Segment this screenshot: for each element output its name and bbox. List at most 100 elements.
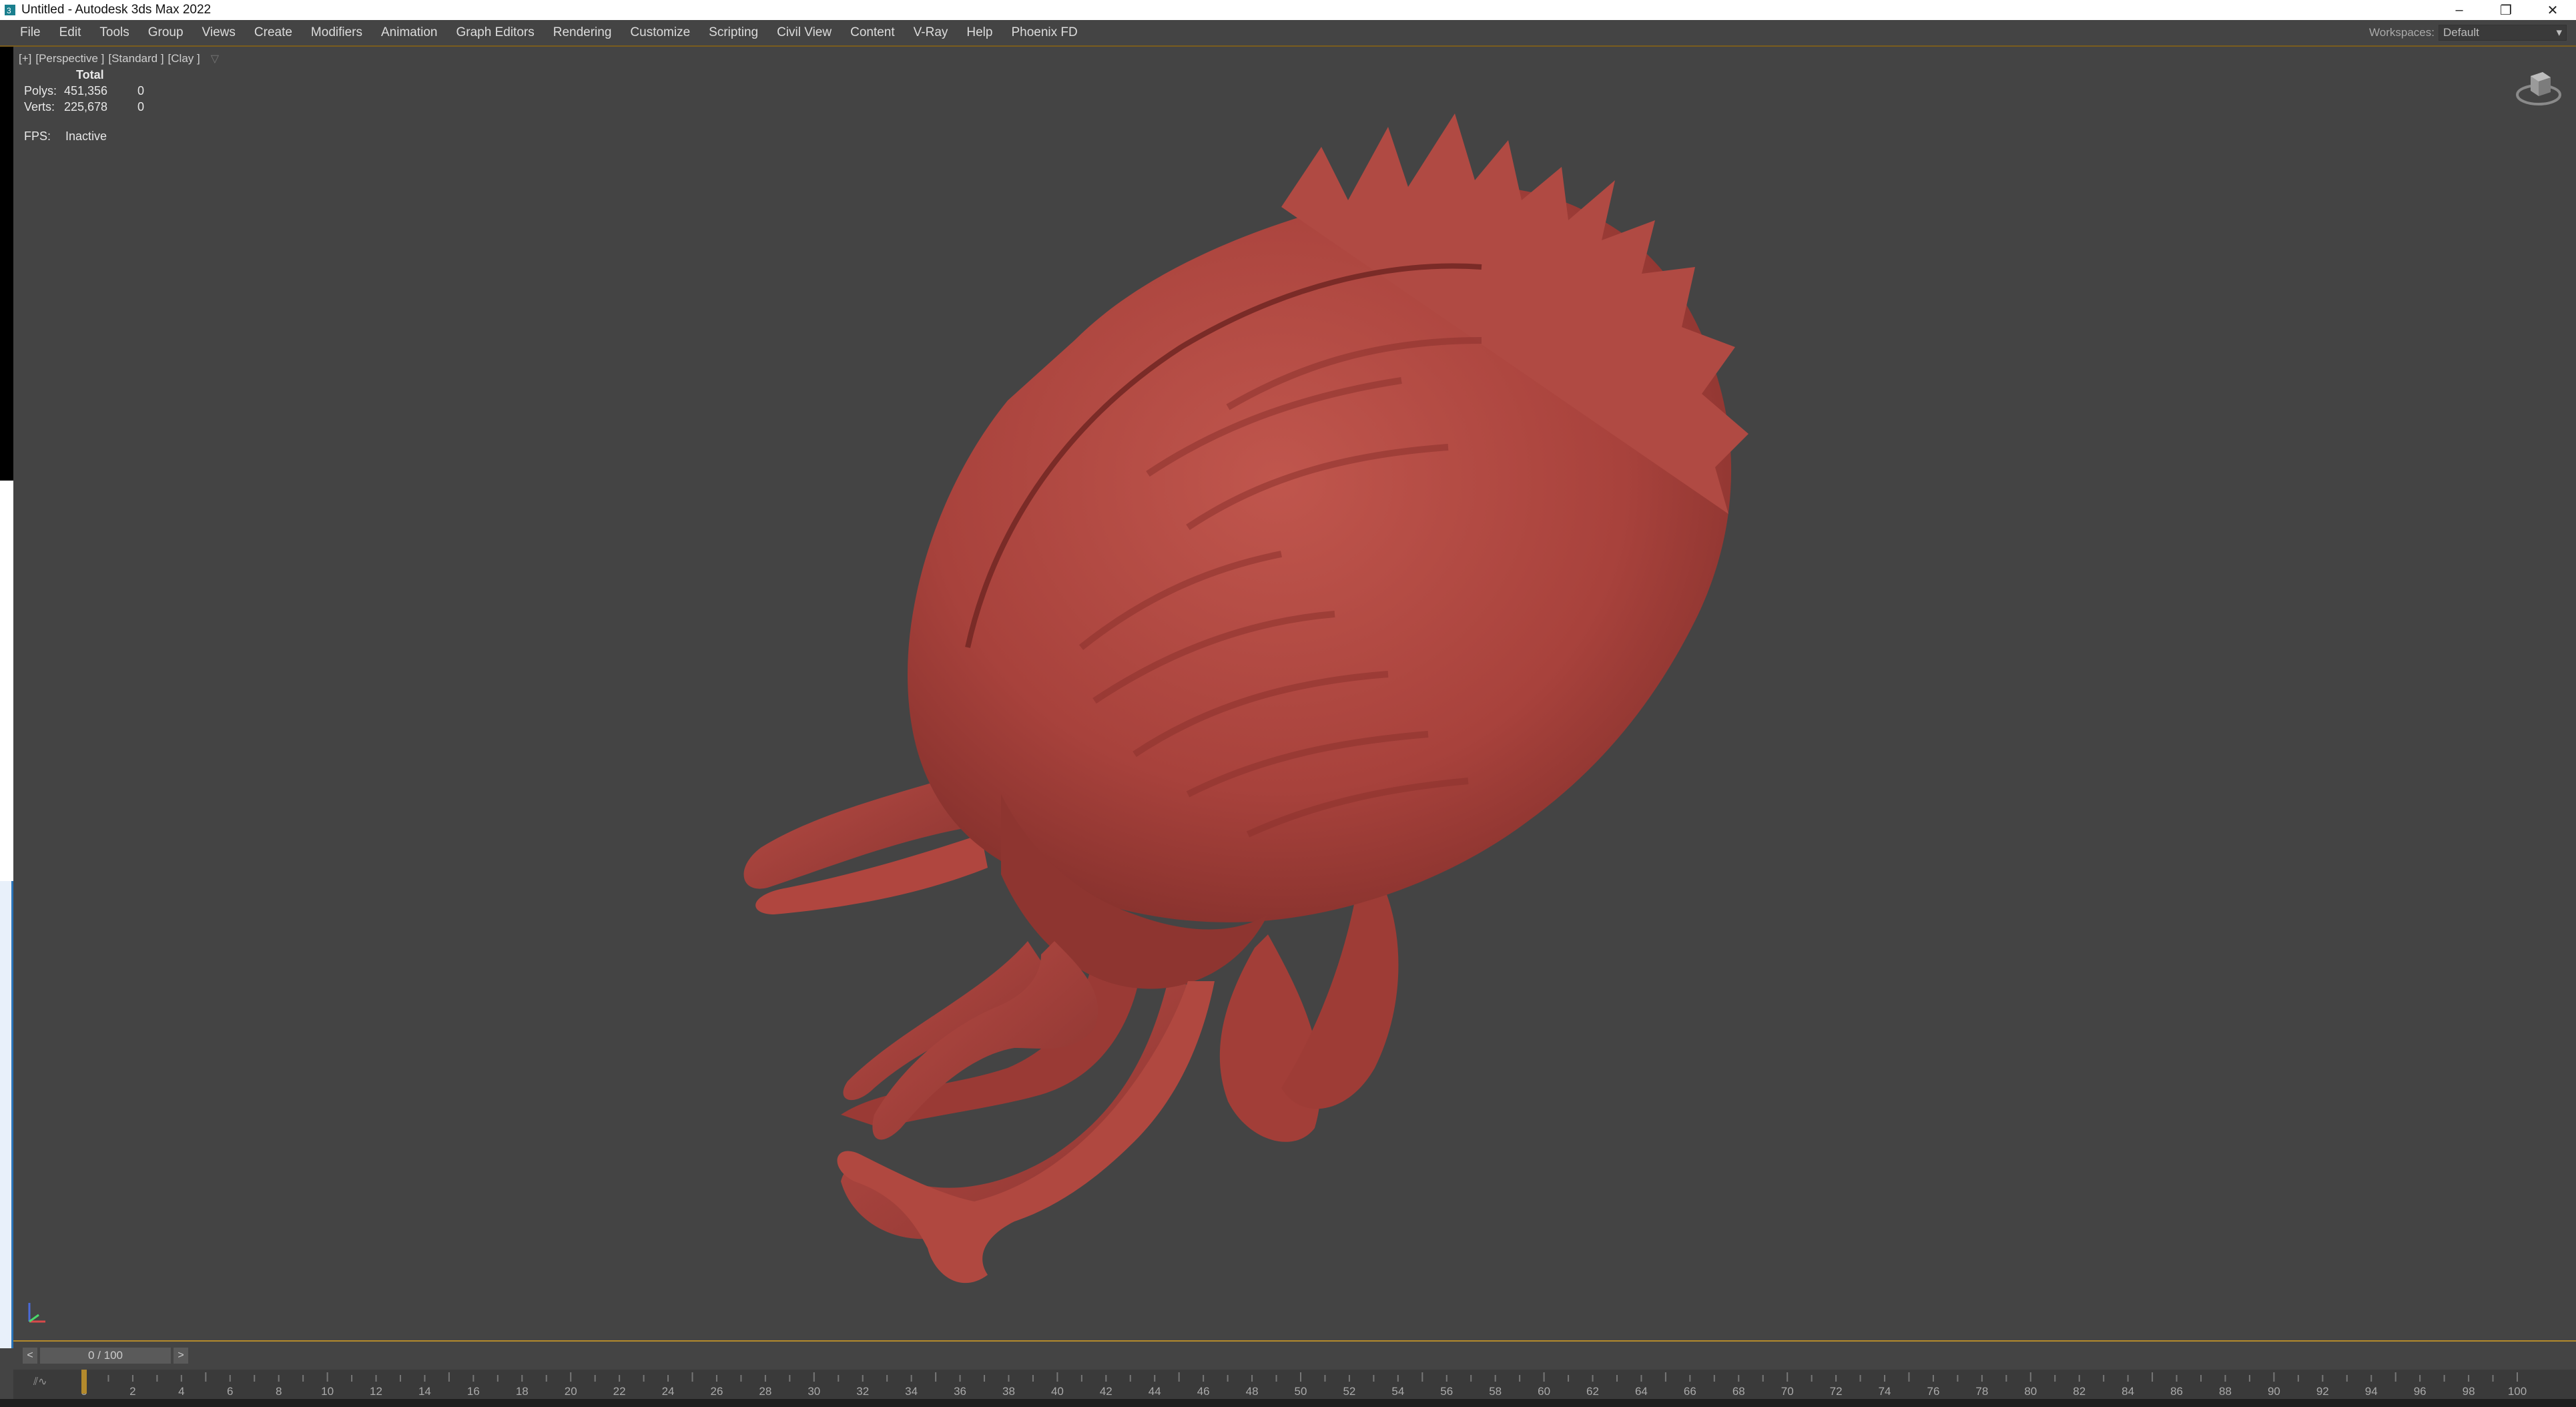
menu-content[interactable]: Content	[841, 25, 904, 40]
world-axis-gizmo-icon	[28, 1303, 45, 1323]
minimize-button[interactable]: –	[2436, 0, 2483, 20]
track-tick-label: 16	[467, 1385, 480, 1398]
track-tick-label: 64	[1635, 1385, 1648, 1398]
track-tick-label: 10	[321, 1385, 334, 1398]
verts-label: Verts:	[24, 99, 55, 113]
track-tick-label: 52	[1343, 1385, 1355, 1398]
track-tick-label: 92	[2316, 1385, 2329, 1398]
menu-file[interactable]: File	[0, 25, 50, 40]
track-tick-label: 22	[613, 1385, 626, 1398]
fps-label: FPS:	[24, 129, 51, 143]
track-tick-label: 50	[1295, 1385, 1307, 1398]
polys-selected: 0	[137, 83, 145, 97]
workspaces-dropdown[interactable]: Default ▾	[2439, 25, 2567, 41]
track-tick-label: 8	[276, 1385, 282, 1398]
time-slider-prev-button[interactable]: <	[23, 1348, 37, 1364]
track-tick-label: 66	[1684, 1385, 1696, 1398]
track-tick-label: 90	[2268, 1385, 2280, 1398]
polys-label: Polys:	[24, 83, 57, 97]
track-tick-label: 62	[1586, 1385, 1599, 1398]
track-tick-label: 20	[565, 1385, 577, 1398]
track-tick-label: 100	[2508, 1385, 2527, 1398]
filter-icon[interactable]: ▽	[211, 52, 219, 65]
menu-help[interactable]: Help	[957, 25, 1002, 40]
svg-text:3: 3	[7, 6, 11, 15]
track-bar[interactable]: ⫽∿ 0246810121416182022242628303234363840…	[13, 1370, 2576, 1399]
viewport-menu-plus[interactable]: [+]	[19, 52, 31, 65]
track-tick-label: 78	[1975, 1385, 1988, 1398]
viewport-shading-mode[interactable]: [Clay ]	[168, 52, 200, 65]
polys-total: 451,356	[64, 83, 108, 97]
menu-customize[interactable]: Customize	[621, 25, 699, 40]
beetle-creature-model	[743, 113, 1748, 1284]
time-slider-thumb[interactable]: 0 / 100	[40, 1348, 171, 1364]
track-tick-label: 34	[905, 1385, 918, 1398]
time-slider[interactable]: < 0 / 100 >	[13, 1342, 2576, 1370]
menu-tools[interactable]: Tools	[90, 25, 138, 40]
viewport-label[interactable]: [+] [Perspective ] [Standard ] [Clay ] ▽	[19, 52, 219, 65]
track-tick-label: 36	[954, 1385, 966, 1398]
verts-selected: 0	[137, 99, 145, 113]
background-window-edge	[0, 881, 13, 1348]
track-tick-label: 70	[1781, 1385, 1794, 1398]
menu-scripting[interactable]: Scripting	[699, 25, 767, 40]
time-slider-next-button[interactable]: >	[174, 1348, 188, 1364]
track-tick-label: 46	[1197, 1385, 1210, 1398]
menu-animation[interactable]: Animation	[372, 25, 447, 40]
track-tick-label: 48	[1246, 1385, 1259, 1398]
track-tick-label: 12	[370, 1385, 382, 1398]
track-tick-label: 98	[2463, 1385, 2475, 1398]
verts-total: 225,678	[64, 99, 108, 113]
track-tick-label: 72	[1830, 1385, 1843, 1398]
viewcube-icon[interactable]	[2513, 64, 2564, 115]
track-tick-label: 32	[856, 1385, 869, 1398]
menu-graph-editors[interactable]: Graph Editors	[447, 25, 544, 40]
menu-rendering[interactable]: Rendering	[544, 25, 621, 40]
track-tick-label: 94	[2365, 1385, 2378, 1398]
perspective-viewport[interactable]: [+] [Perspective ] [Standard ] [Clay ] ▽…	[13, 47, 2576, 1342]
viewport-point-of-view[interactable]: [Perspective ]	[35, 52, 104, 65]
track-tick-label: 26	[710, 1385, 723, 1398]
menu-create[interactable]: Create	[245, 25, 302, 40]
background-window-edge	[0, 481, 13, 881]
track-tick-label: 14	[418, 1385, 431, 1398]
menu-civil-view[interactable]: Civil View	[767, 25, 841, 40]
title-bar: 3 Untitled - Autodesk 3ds Max 2022 – ❐ ✕	[0, 0, 2576, 20]
restore-button[interactable]: ❐	[2483, 0, 2529, 20]
window-title: Untitled - Autodesk 3ds Max 2022	[21, 3, 212, 17]
track-tick-label: 44	[1149, 1385, 1161, 1398]
track-tick-label: 56	[1440, 1385, 1453, 1398]
stats-header: Total	[76, 67, 104, 81]
fps-value: Inactive	[65, 129, 107, 143]
track-tick-label: 86	[2170, 1385, 2183, 1398]
track-tick-label: 82	[2073, 1385, 2085, 1398]
track-tick-label: 6	[227, 1385, 233, 1398]
track-tick-label: 60	[1538, 1385, 1550, 1398]
track-tick-label: 28	[759, 1385, 771, 1398]
background-window-edge	[0, 47, 13, 481]
track-tick-label: 24	[662, 1385, 675, 1398]
menu-vray[interactable]: V-Ray	[904, 25, 958, 40]
chevron-down-icon: ▾	[2556, 26, 2562, 39]
os-taskbar	[0, 1399, 2576, 1407]
workspaces-value: Default	[2443, 26, 2479, 39]
track-tick-label: 4	[178, 1385, 184, 1398]
menu-phoenix-fd[interactable]: Phoenix FD	[1002, 25, 1086, 40]
track-tick-label: 2	[129, 1385, 135, 1398]
current-frame-marker[interactable]	[81, 1370, 87, 1394]
track-tick-label: 58	[1489, 1385, 1502, 1398]
track-tick-label: 96	[2414, 1385, 2427, 1398]
menu-group[interactable]: Group	[139, 25, 193, 40]
track-tick-label: 42	[1100, 1385, 1112, 1398]
menu-edit[interactable]: Edit	[50, 25, 91, 40]
close-button[interactable]: ✕	[2529, 0, 2576, 20]
menu-modifiers[interactable]: Modifiers	[302, 25, 372, 40]
menu-views[interactable]: Views	[193, 25, 245, 40]
workspaces-label: Workspaces:	[2369, 26, 2435, 39]
track-bar-ruler[interactable]: 0246810121416182022242628303234363840424…	[13, 1370, 2576, 1399]
menu-bar: File Edit Tools Group Views Create Modif…	[0, 20, 2576, 47]
3dsmax-app-icon: 3	[5, 5, 15, 15]
viewport-shading-standard[interactable]: [Standard ]	[108, 52, 164, 65]
track-tick-label: 68	[1732, 1385, 1745, 1398]
track-tick-label: 38	[1002, 1385, 1015, 1398]
